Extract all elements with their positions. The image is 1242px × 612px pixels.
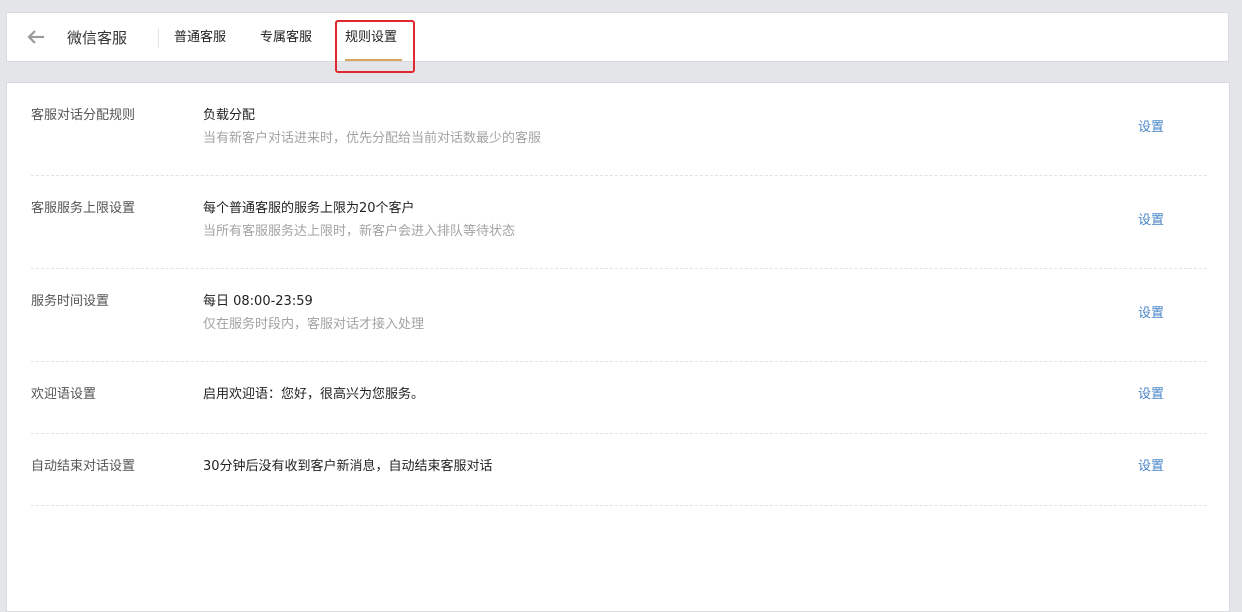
rule-label: 欢迎语设置	[31, 387, 97, 402]
rules-panel: 客服对话分配规则 负载分配 当有新客户对话进来时，优先分配给当前对话数最少的客服…	[6, 82, 1230, 612]
rule-row-auto-end-dialog: 自动结束对话设置 30分钟后没有收到客户新消息，自动结束客服对话 设置	[31, 434, 1207, 506]
rule-row-service-limit: 客服服务上限设置 每个普通客服的服务上限为20个客户 当所有客服服务达上限时，新…	[31, 176, 1207, 269]
rule-settings-link[interactable]: 设置	[1138, 305, 1164, 323]
highlight-annotation-box	[335, 20, 415, 73]
rule-row-welcome-message: 欢迎语设置 启用欢迎语：您好，很高兴为您服务。 设置	[31, 362, 1207, 434]
rule-description: 仅在服务时段内，客服对话才接入处理	[203, 317, 425, 332]
page-title: 微信客服	[67, 29, 128, 47]
rule-value: 30分钟后没有收到客户新消息，自动结束客服对话	[203, 459, 493, 474]
rule-description: 当所有客服服务达上限时，新客户会进入排队等待状态	[203, 224, 516, 239]
rule-value: 负载分配	[203, 108, 256, 123]
rule-label: 自动结束对话设置	[31, 459, 136, 474]
rule-settings-link[interactable]: 设置	[1138, 212, 1164, 230]
back-button[interactable]	[25, 27, 47, 47]
tab-regular-service[interactable]: 普通客服	[174, 29, 226, 47]
rule-label: 服务时间设置	[31, 294, 110, 309]
rule-label: 客服对话分配规则	[31, 108, 136, 123]
rule-settings-link[interactable]: 设置	[1138, 386, 1164, 404]
tab-exclusive-service[interactable]: 专属客服	[260, 29, 312, 47]
rule-value: 启用欢迎语：您好，很高兴为您服务。	[203, 387, 425, 402]
rule-label: 客服服务上限设置	[31, 201, 136, 216]
rule-value: 每日 08:00-23:59	[203, 294, 313, 309]
rule-row-dialog-assignment: 客服对话分配规则 负载分配 当有新客户对话进来时，优先分配给当前对话数最少的客服…	[31, 83, 1207, 176]
rule-description: 当有新客户对话进来时，优先分配给当前对话数最少的客服	[203, 131, 542, 146]
top-header-bar: 微信客服 普通客服 专属客服 规则设置	[6, 12, 1229, 62]
arrow-left-icon	[27, 30, 44, 44]
rule-row-service-hours: 服务时间设置 每日 08:00-23:59 仅在服务时段内，客服对话才接入处理 …	[31, 269, 1207, 362]
rule-settings-link[interactable]: 设置	[1138, 458, 1164, 476]
rule-value: 每个普通客服的服务上限为20个客户	[203, 201, 415, 216]
header-divider	[158, 28, 159, 48]
rule-settings-link[interactable]: 设置	[1138, 119, 1164, 137]
